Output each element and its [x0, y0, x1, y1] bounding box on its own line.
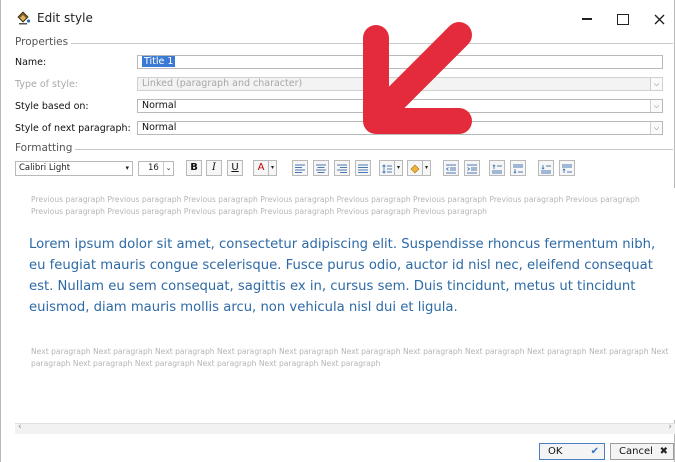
- shading-dropdown[interactable]: ▾: [423, 160, 431, 176]
- red-arrow-annotation: [363, 22, 472, 134]
- cancel-label: Cancel: [619, 446, 653, 457]
- based-on-label: Style based on:: [15, 101, 89, 112]
- scroll-left-icon[interactable]: ‹: [18, 422, 22, 432]
- justify-icon: [358, 164, 368, 173]
- font-size-value: 16: [148, 163, 159, 173]
- justify-button[interactable]: [355, 160, 371, 176]
- align-left-icon: [295, 164, 305, 173]
- space-before-remove-icon: [541, 165, 551, 174]
- next-paragraph-text: Next paragraph Next paragraph Next parag…: [31, 347, 669, 368]
- line-spacing-button[interactable]: [379, 160, 395, 176]
- align-left-button[interactable]: [292, 160, 308, 176]
- space-before-remove-button[interactable]: [538, 160, 554, 176]
- font-color-button[interactable]: A: [253, 160, 269, 176]
- next-paragraph-label: Style of next paragraph:: [15, 123, 131, 134]
- space-after-remove-button[interactable]: [559, 160, 575, 176]
- preview-main-text: Lorem ipsum dolor sit amet, consectetur …: [29, 237, 656, 315]
- chevron-down-icon: ⌵: [650, 122, 662, 134]
- decrease-indent-icon: [446, 164, 456, 174]
- font-size-select[interactable]: 16 ⌄: [138, 161, 174, 176]
- close-button[interactable]: [641, 6, 675, 32]
- space-before-button[interactable]: [489, 160, 505, 176]
- align-center-icon: [316, 164, 326, 173]
- space-after-remove-icon: [562, 164, 572, 173]
- line-spacing-icon: [382, 164, 392, 174]
- align-center-button[interactable]: [313, 160, 329, 176]
- style-preview: Previous paragraph Previous paragraph Pr…: [15, 188, 675, 420]
- checkmark-icon: ✔: [590, 446, 599, 457]
- space-before-icon: [492, 164, 502, 174]
- window-title: Edit style: [37, 11, 93, 25]
- bold-button[interactable]: B: [186, 160, 202, 176]
- chevron-down-icon: ⌄: [163, 162, 173, 175]
- type-label: Type of style:: [15, 79, 78, 90]
- type-value: Linked (paragraph and character): [142, 78, 303, 89]
- close-icon: [654, 14, 664, 24]
- font-color-dropdown[interactable]: ▾: [269, 160, 277, 176]
- maximize-icon: [617, 13, 629, 25]
- formatting-divider: [75, 149, 673, 150]
- maximize-button[interactable]: [605, 6, 641, 32]
- previous-paragraph-text: Previous paragraph Previous paragraph Pr…: [31, 195, 640, 216]
- minimize-button[interactable]: [569, 6, 605, 32]
- ok-label: OK: [548, 446, 563, 457]
- title-bar: Edit style: [1, 0, 674, 38]
- properties-group-label: Properties: [15, 36, 69, 48]
- shading-icon: [410, 164, 420, 174]
- paint-bucket-icon: [17, 11, 31, 25]
- space-after-button[interactable]: [510, 160, 526, 176]
- name-label: Name:: [15, 57, 47, 68]
- horizontal-scrollbar[interactable]: ‹ ›: [15, 422, 675, 434]
- font-select[interactable]: Calibri Light ▾: [15, 161, 133, 176]
- minimize-icon: [582, 18, 592, 20]
- decrease-indent-button[interactable]: [443, 160, 459, 176]
- font-value: Calibri Light: [19, 163, 71, 173]
- cancel-button[interactable]: Cancel ✖: [610, 443, 674, 460]
- align-right-button[interactable]: [334, 160, 350, 176]
- align-right-icon: [337, 164, 347, 173]
- cancel-x-icon: ✖: [659, 446, 668, 457]
- scroll-right-icon[interactable]: ›: [668, 422, 672, 432]
- underline-button[interactable]: U: [227, 160, 243, 176]
- italic-button[interactable]: I: [206, 160, 222, 176]
- chevron-down-icon: ⌵: [650, 100, 662, 112]
- chevron-down-icon: ▾: [125, 164, 129, 172]
- shading-button[interactable]: [407, 160, 423, 176]
- line-spacing-dropdown[interactable]: ▾: [395, 160, 403, 176]
- next-paragraph-value: Normal: [142, 122, 177, 133]
- ok-button[interactable]: OK ✔: [539, 443, 605, 460]
- formatting-group-label: Formatting: [15, 142, 73, 154]
- increase-indent-icon: [467, 164, 477, 174]
- edit-style-dialog: Edit style Properties Name: Title 1 Type…: [0, 0, 675, 462]
- space-after-icon: [513, 164, 523, 174]
- name-value: Title 1: [142, 56, 176, 67]
- chevron-down-icon: ⌵: [650, 78, 662, 90]
- increase-indent-button[interactable]: [464, 160, 480, 176]
- based-on-value: Normal: [142, 100, 177, 111]
